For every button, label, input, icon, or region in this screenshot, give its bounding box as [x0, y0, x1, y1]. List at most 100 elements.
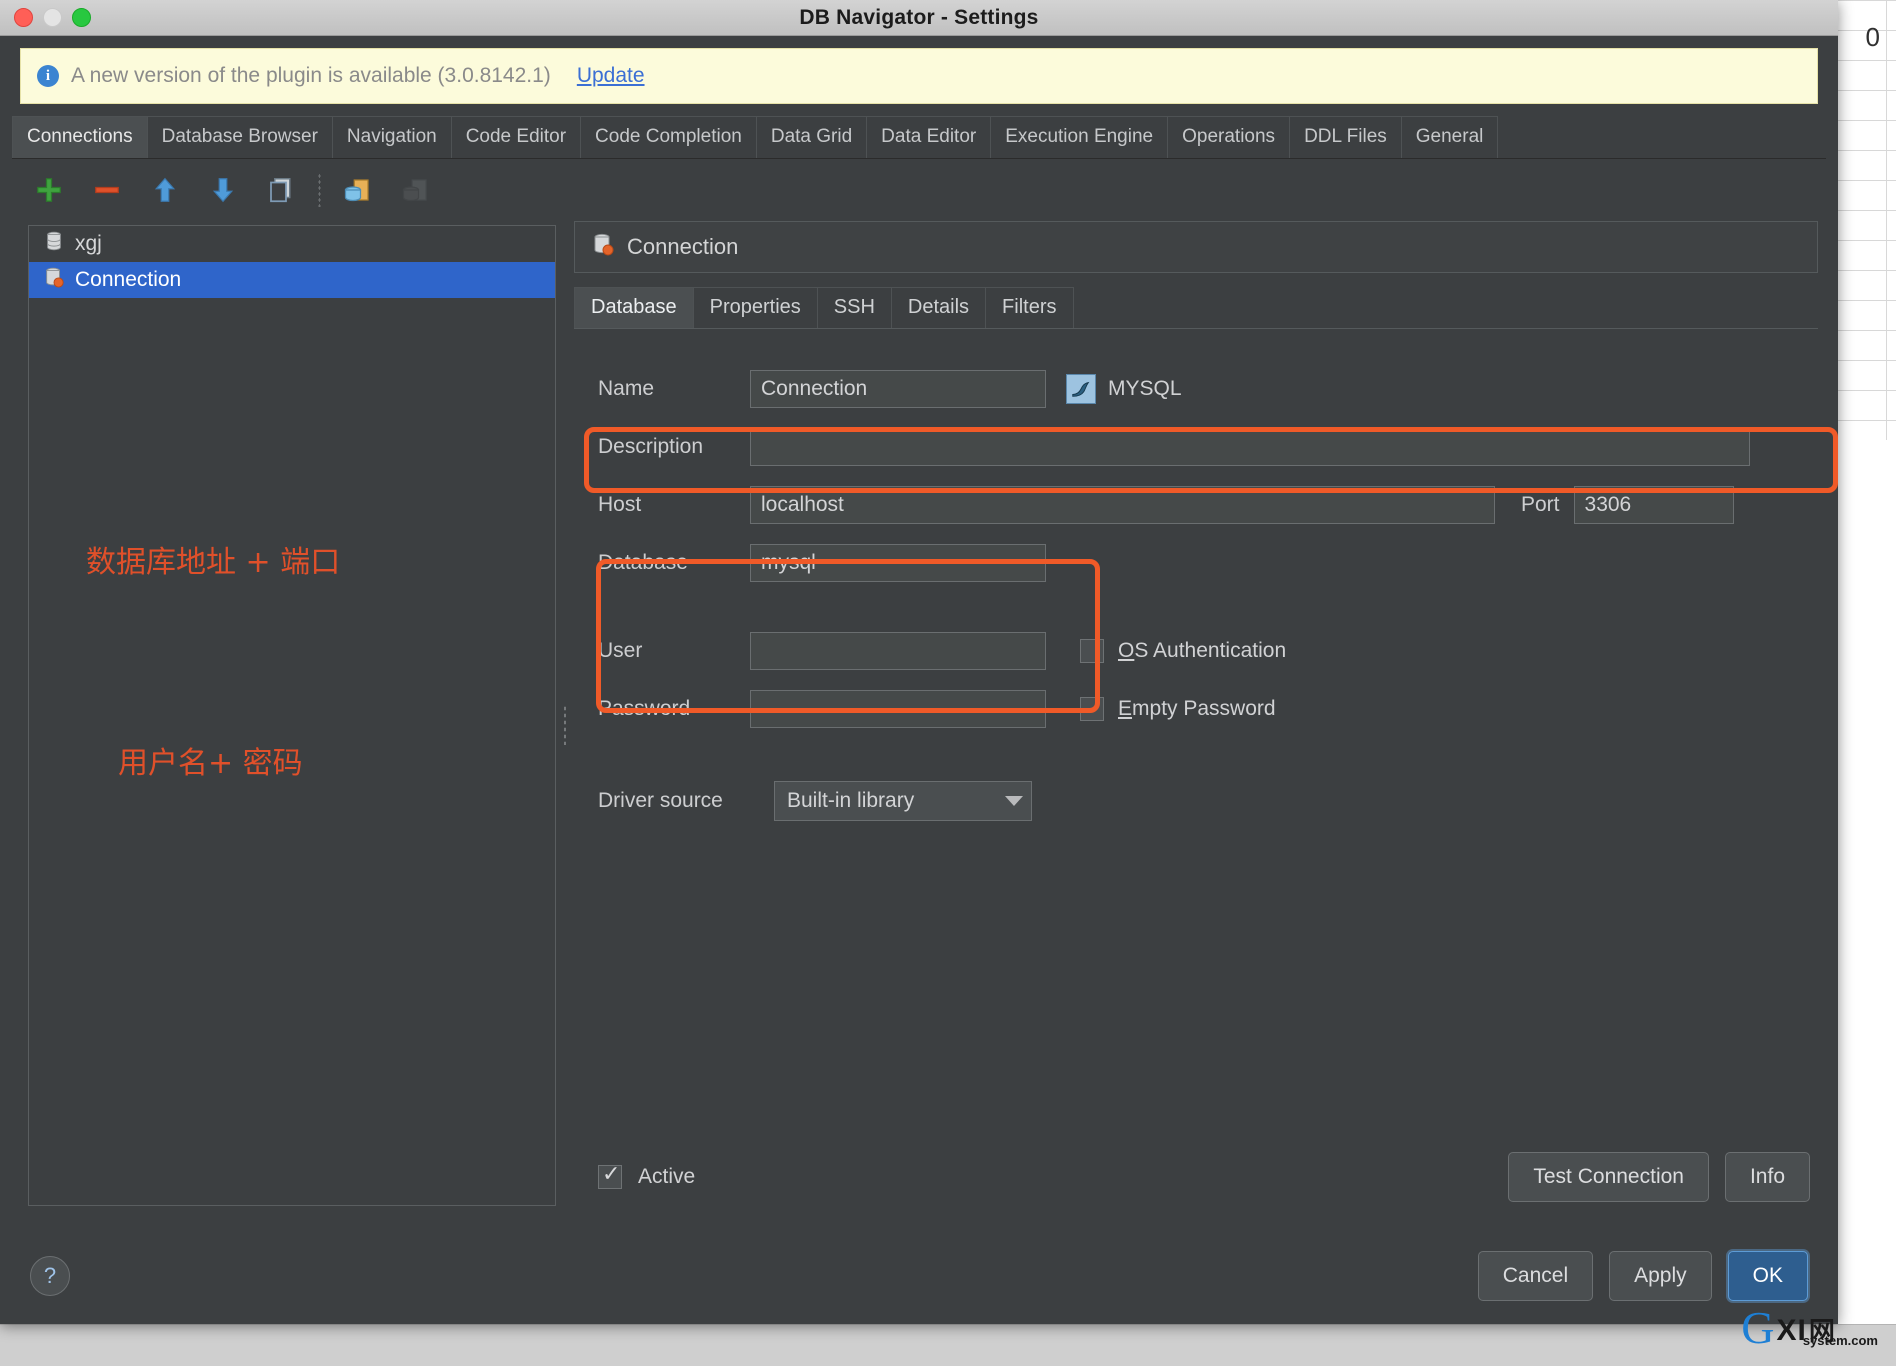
name-row: Name MYSQL	[574, 365, 1818, 413]
empty-password-rest: mpty Password	[1132, 697, 1276, 720]
tab-connections[interactable]: Connections	[12, 116, 148, 158]
move-down-icon[interactable]	[202, 169, 244, 211]
connection-header-title: Connection	[627, 234, 739, 259]
tab-operations[interactable]: Operations	[1167, 116, 1291, 158]
watermark: G XI 网 system.com	[1741, 1301, 1878, 1353]
user-input[interactable]	[750, 632, 1046, 670]
tab-code-completion[interactable]: Code Completion	[580, 116, 757, 158]
active-checkbox[interactable]	[598, 1161, 622, 1189]
database-label: Database	[598, 551, 688, 574]
password-row: Password Empty Password	[574, 685, 1818, 733]
add-connection-icon[interactable]	[28, 169, 70, 211]
duplicate-connection-icon[interactable]	[260, 169, 302, 211]
connection-header: Connection	[574, 221, 1818, 273]
tab-details[interactable]: Details	[890, 287, 987, 328]
host-input[interactable]	[750, 486, 1495, 524]
tab-data-grid[interactable]: Data Grid	[755, 116, 868, 158]
description-row: Description	[574, 423, 1818, 471]
tab-data-editor[interactable]: Data Editor	[866, 116, 992, 158]
connection-actions: Active Test Connection Info	[574, 1152, 1818, 1228]
port-input[interactable]	[1573, 486, 1734, 524]
tab-database[interactable]: Database	[574, 287, 694, 328]
info-button[interactable]: Info	[1724, 1152, 1810, 1202]
database-error-icon	[591, 232, 615, 262]
name-input[interactable]	[750, 370, 1046, 408]
tree-item-label: xgj	[75, 232, 102, 255]
help-icon[interactable]: ?	[30, 1256, 70, 1296]
os-authentication-checkbox-row[interactable]: OS Authentication	[1080, 639, 1286, 663]
tab-database-browser[interactable]: Database Browser	[146, 116, 333, 158]
tree-item-label: Connection	[75, 268, 182, 291]
os-auth-mnemonic: O	[1118, 639, 1135, 662]
import-connection-icon[interactable]	[337, 169, 379, 211]
connections-toolbar	[0, 159, 1838, 221]
user-row: User OS Authentication	[574, 627, 1818, 675]
cancel-button[interactable]: Cancel	[1477, 1251, 1594, 1301]
driver-source-row: Driver source Built-in library	[574, 777, 1818, 825]
watermark-g: G	[1741, 1301, 1775, 1353]
user-password-note: 用户名+ 密码	[118, 746, 303, 781]
host-port-note: 数据库地址 + 端口	[86, 545, 341, 580]
tab-properties[interactable]: Properties	[692, 287, 818, 328]
driver-source-select[interactable]: Built-in library	[774, 781, 1032, 821]
tab-ssh[interactable]: SSH	[816, 287, 892, 328]
database-input[interactable]	[750, 544, 1046, 582]
empty-password-checkbox-row[interactable]: Empty Password	[1080, 697, 1276, 721]
panel-splitter[interactable]	[556, 221, 574, 1228]
empty-password-checkbox[interactable]	[1080, 697, 1104, 721]
move-up-icon[interactable]	[144, 169, 186, 211]
database-form: Name MYSQL Description Host	[574, 329, 1838, 1152]
background-cell-value: 0	[1865, 22, 1880, 52]
tree-item-xgj[interactable]: xgj	[29, 226, 555, 262]
database-icon	[43, 230, 65, 258]
host-row: Host Port	[574, 481, 1818, 529]
connection-detail-panel: Connection Database Properties SSH Detai…	[574, 221, 1838, 1228]
export-connection-icon	[395, 169, 437, 211]
title-bar: DB Navigator - Settings	[0, 0, 1838, 36]
ok-button[interactable]: OK	[1727, 1251, 1808, 1301]
mysql-dolphin-icon	[1066, 374, 1096, 404]
os-authentication-label: OS Authentication	[1118, 639, 1286, 663]
password-input[interactable]	[750, 690, 1046, 728]
settings-body: xgj Connection Connection Database Prope…	[0, 221, 1838, 1228]
tab-general[interactable]: General	[1400, 116, 1499, 158]
empty-password-label: Empty Password	[1118, 697, 1276, 721]
apply-button[interactable]: Apply	[1609, 1251, 1712, 1301]
banner-text: A new version of the plugin is available…	[71, 64, 551, 87]
driver-source-value: Built-in library	[787, 789, 915, 812]
host-label: Host	[598, 493, 642, 516]
update-link[interactable]: Update	[577, 64, 645, 88]
port-label: Port	[1521, 493, 1560, 516]
driver-source-label: Driver source	[598, 789, 723, 812]
plugin-update-banner: i A new version of the plugin is availab…	[20, 48, 1818, 104]
tab-filters[interactable]: Filters	[985, 287, 1074, 328]
dialog-footer: ? Cancel Apply OK	[0, 1228, 1838, 1324]
tab-ddl-files[interactable]: DDL Files	[1289, 116, 1402, 158]
description-label: Description	[598, 435, 704, 458]
os-auth-rest: S Authentication	[1134, 639, 1287, 662]
test-connection-button[interactable]: Test Connection	[1508, 1152, 1709, 1202]
name-label: Name	[598, 377, 655, 400]
password-label: Password	[598, 697, 691, 720]
description-input[interactable]	[750, 428, 1750, 466]
settings-dialog: DB Navigator - Settings i A new version …	[0, 0, 1838, 1324]
window-title: DB Navigator - Settings	[799, 5, 1039, 29]
info-icon: i	[37, 65, 59, 87]
watermark-subtitle: system.com	[1802, 1333, 1878, 1348]
os-authentication-checkbox[interactable]	[1080, 639, 1104, 663]
user-label: User	[598, 639, 643, 662]
database-type-label: MYSQL	[1108, 377, 1182, 400]
tab-execution-engine[interactable]: Execution Engine	[990, 116, 1169, 158]
tree-item-connection[interactable]: Connection	[29, 262, 555, 298]
background-status-bar	[0, 1324, 1896, 1366]
toolbar-separator	[318, 173, 321, 207]
settings-tab-strip: Connections Database Browser Navigation …	[12, 116, 1826, 159]
tab-code-editor[interactable]: Code Editor	[450, 116, 582, 158]
database-error-icon	[43, 266, 65, 294]
connections-tree[interactable]: xgj Connection	[28, 225, 556, 1206]
database-row: Database	[574, 539, 1818, 587]
remove-connection-icon[interactable]	[86, 169, 128, 211]
tab-navigation[interactable]: Navigation	[331, 116, 452, 158]
connection-tab-strip: Database Properties SSH Details Filters	[574, 287, 1818, 329]
empty-password-mnemonic: E	[1118, 697, 1133, 720]
